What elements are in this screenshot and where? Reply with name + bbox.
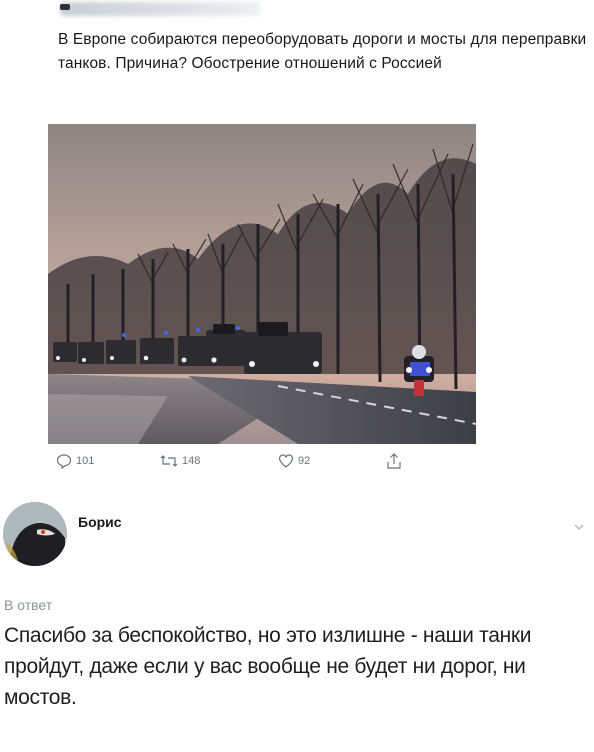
tweet-card: В Европе собираются переоборудовать доро…: [0, 0, 594, 500]
reply-icon: [56, 454, 72, 469]
share-icon: [387, 453, 401, 469]
tweet-actions: 101 148 92: [56, 452, 416, 472]
like-button[interactable]: 92: [278, 452, 310, 470]
author-name[interactable]: Борис: [78, 514, 122, 530]
avatar[interactable]: [3, 502, 67, 566]
tweet-photo[interactable]: [48, 124, 476, 444]
share-button[interactable]: [386, 452, 402, 470]
retweet-count: 148: [182, 455, 201, 467]
in-reply-label[interactable]: В ответ: [4, 597, 52, 613]
reply-comment: Борис В ответ Спасибо за беспокойство, н…: [0, 500, 594, 752]
more-menu[interactable]: [574, 518, 584, 536]
avatar-image: [3, 502, 67, 566]
reply-button[interactable]: 101: [56, 452, 94, 470]
retweet-button[interactable]: 148: [160, 452, 200, 470]
like-icon: [278, 454, 294, 468]
tank-convoy-photo: [48, 124, 476, 444]
chevron-down-icon: [574, 524, 584, 530]
tweet-text: В Европе собираются переоборудовать доро…: [58, 31, 587, 72]
reply-text: Спасибо за беспокойство, но это излишне …: [4, 624, 532, 709]
reply-count: 101: [76, 455, 95, 467]
retweet-icon: [160, 455, 178, 467]
like-count: 92: [298, 455, 311, 467]
redacted-author-name: [60, 2, 260, 16]
redacted-mark: [60, 4, 70, 10]
